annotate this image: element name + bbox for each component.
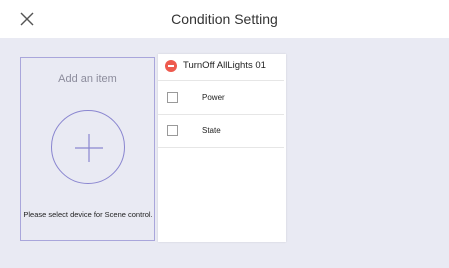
add-item-hint: Please select device for Scene control. [23,210,153,219]
device-card: TurnOff AllLights 01 Power State [158,54,286,242]
state-checkbox[interactable] [167,125,178,136]
top-bar: Condition Setting [0,0,449,38]
add-item-card[interactable]: Add an item Please select device for Sce… [20,57,155,241]
device-header: TurnOff AllLights 01 [158,54,286,80]
condition-row-power[interactable]: Power [158,80,286,114]
condition-label: State [202,126,221,135]
power-checkbox[interactable] [167,92,178,103]
row-divider [158,147,284,148]
plus-icon [75,134,103,162]
remove-icon[interactable] [165,60,177,72]
condition-list-end [158,147,286,148]
condition-row-state[interactable]: State [158,114,286,148]
add-item-button[interactable] [51,110,125,184]
add-item-title: Add an item [58,73,117,85]
page-title: Condition Setting [171,11,278,27]
row-divider [158,80,284,81]
device-name: TurnOff AllLights 01 [183,60,266,71]
row-divider [158,114,284,115]
condition-label: Power [202,93,225,102]
